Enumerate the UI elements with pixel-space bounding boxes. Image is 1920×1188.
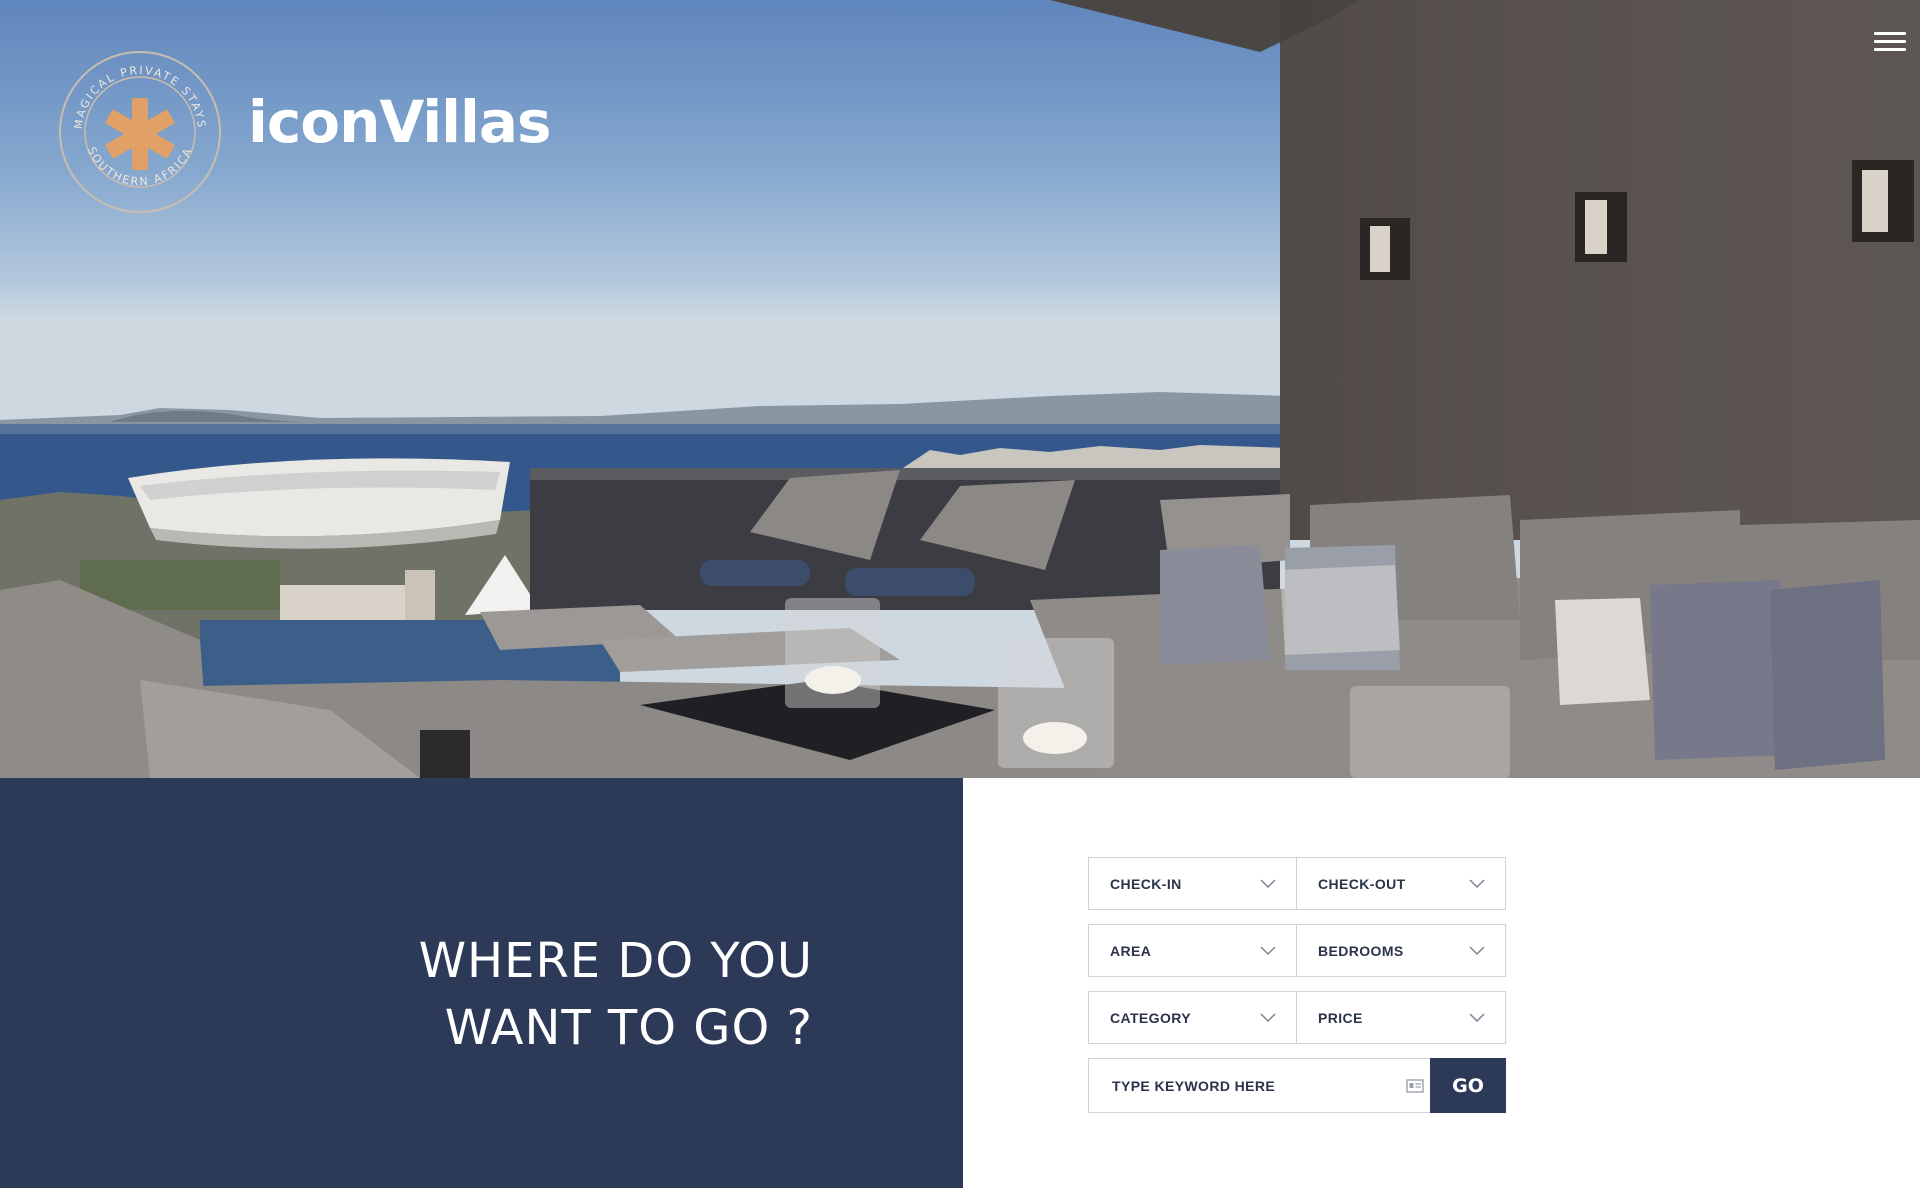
chevron-down-icon	[1260, 1013, 1276, 1022]
keyword-input[interactable]	[1110, 1076, 1406, 1095]
hamburger-menu-icon	[1874, 32, 1906, 51]
checkin-label: CHECK-IN	[1110, 875, 1182, 892]
go-button[interactable]: GO	[1430, 1058, 1506, 1113]
category-label: CATEGORY	[1110, 1009, 1191, 1026]
checkout-label: CHECK-OUT	[1318, 875, 1406, 892]
price-label: PRICE	[1318, 1009, 1363, 1026]
chevron-down-icon	[1469, 946, 1485, 955]
asterisk-icon	[105, 98, 175, 170]
chevron-down-icon	[1260, 946, 1276, 955]
hero-image: MAGICAL PRIVATE STAYS SOUTHERN AFRICA ic…	[0, 0, 1920, 778]
bedrooms-label: BEDROOMS	[1318, 942, 1404, 959]
chevron-down-icon	[1469, 879, 1485, 888]
area-select[interactable]: AREA	[1088, 924, 1297, 977]
brand-emblem[interactable]: MAGICAL PRIVATE STAYS SOUTHERN AFRICA	[56, 48, 224, 216]
chevron-down-icon	[1469, 1013, 1485, 1022]
category-select[interactable]: CATEGORY	[1088, 991, 1297, 1044]
checkin-select[interactable]: CHECK-IN	[1088, 857, 1297, 910]
bedrooms-select[interactable]: BEDROOMS	[1297, 924, 1506, 977]
checkout-select[interactable]: CHECK-OUT	[1297, 857, 1506, 910]
headline-line-1: WHERE DO YOU	[418, 933, 813, 989]
price-select[interactable]: PRICE	[1297, 991, 1506, 1044]
headline-line-2: WANT TO GO ?	[444, 1000, 813, 1056]
id-card-icon	[1406, 1078, 1424, 1093]
menu-button[interactable]	[1874, 32, 1906, 56]
brand-wordmark[interactable]: iconVillas	[248, 88, 552, 156]
headline: WHERE DO YOU WANT TO GO ?	[419, 928, 813, 1062]
keyword-field[interactable]	[1088, 1058, 1430, 1113]
area-label: AREA	[1110, 942, 1152, 959]
search-form: CHECK-IN CHECK-OUT AREA BEDROOMS CATEGOR…	[1088, 857, 1506, 1113]
chevron-down-icon	[1260, 879, 1276, 888]
headline-panel: WHERE DO YOU WANT TO GO ?	[0, 778, 963, 1188]
